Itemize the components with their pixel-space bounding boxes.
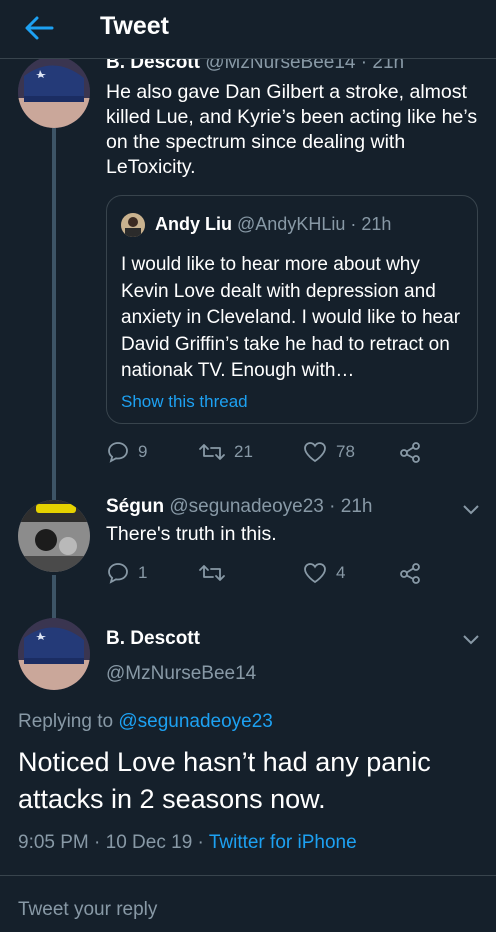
retweet-count: 21 [234, 442, 253, 461]
reply-button[interactable]: 1 [106, 561, 147, 585]
chevron-down-icon[interactable] [462, 504, 480, 516]
like-button[interactable]: 4 [302, 561, 345, 585]
quoted-tweet[interactable]: Andy Liu @AndyKHLiu · 21h I would like t… [106, 195, 478, 424]
quote-avatar [121, 213, 145, 237]
reply-icon [108, 442, 128, 463]
share-button[interactable] [398, 440, 422, 464]
main-tweet-text: Noticed Love hasn’t had any panic attack… [18, 747, 431, 814]
reply-input[interactable]: Tweet your reply [0, 876, 496, 932]
avatar[interactable] [18, 618, 90, 690]
quote-avatar-image [121, 213, 145, 237]
tweet-second-text: There's truth in this. [106, 523, 277, 545]
reply-placeholder: Tweet your reply [18, 899, 158, 920]
author-handle: @MzNurseBee14 [106, 663, 257, 684]
avatar-image [18, 500, 90, 572]
author-handle: @segunadeoye23 [169, 496, 324, 517]
tweet-source-link[interactable]: Twitter for iPhone [209, 832, 357, 853]
retweet-icon [199, 565, 225, 581]
replying-to-link[interactable]: @segunadeoye23 [118, 711, 273, 732]
retweet-button[interactable] [198, 561, 234, 585]
reply-count: 9 [138, 442, 148, 461]
quote-header: Andy Liu @AndyKHLiu · 21h [155, 214, 391, 235]
reply-button[interactable]: 9 [106, 440, 147, 464]
quote-author-name: Andy Liu [155, 214, 232, 234]
back-arrow-icon[interactable] [22, 14, 56, 42]
reply-icon [108, 563, 128, 584]
tweet-top-text: He also gave Dan Gilbert a stroke, almos… [106, 81, 478, 178]
author-name: Ségun [106, 496, 165, 517]
share-button[interactable] [398, 561, 422, 585]
tweet-time: · 21h [329, 496, 373, 517]
like-count: 78 [336, 442, 355, 461]
like-count: 4 [336, 563, 346, 582]
share-icon [400, 563, 420, 584]
thread-line [52, 575, 56, 619]
retweet-button[interactable]: 21 [198, 440, 253, 464]
top-bar: Tweet [0, 0, 496, 59]
heart-icon [304, 563, 326, 584]
tweet-second-actions: 1 4 [106, 561, 486, 591]
page-title: Tweet [100, 12, 169, 40]
reply-count: 1 [138, 563, 148, 582]
author-name: B. Descott [106, 628, 200, 649]
replying-to: Replying to @segunadeoye23 [18, 711, 273, 733]
quote-author-handle: @AndyKHLiu [237, 214, 346, 234]
quote-time: · 21h [350, 214, 392, 234]
tweet-meta: 9:05 PM · 10 Dec 19 · Twitter for iPhone [18, 832, 357, 854]
heart-icon [304, 442, 326, 463]
avatar-image [18, 56, 90, 128]
show-thread-link[interactable]: Show this thread [121, 392, 248, 412]
tweet-top-actions: 9 21 78 [106, 440, 486, 470]
tweet-timestamp: 9:05 PM · 10 Dec 19 · [18, 832, 204, 853]
tweet-second-header: Ségun @segunadeoye23 · 21h [106, 496, 372, 518]
avatar-image [18, 618, 90, 690]
retweet-icon [199, 444, 225, 460]
replying-to-label: Replying to [18, 711, 114, 732]
avatar[interactable] [18, 500, 90, 572]
quote-text: I would like to hear more about why Kevi… [121, 254, 461, 381]
chevron-down-icon[interactable] [462, 634, 480, 646]
avatar[interactable] [18, 56, 90, 128]
share-icon [400, 442, 420, 463]
like-button[interactable]: 78 [302, 440, 355, 464]
